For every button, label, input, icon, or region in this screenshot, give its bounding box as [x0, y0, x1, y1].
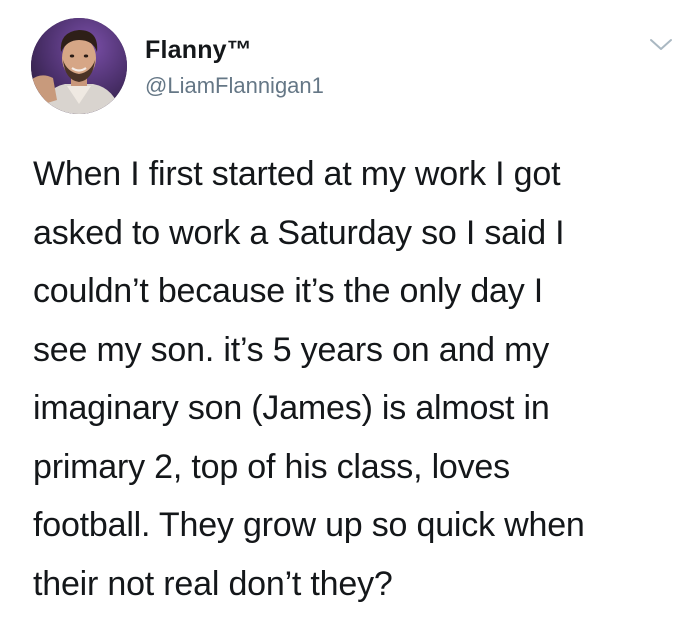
tweet-menu-button[interactable] [648, 36, 674, 54]
user-handle[interactable]: @LiamFlannigan1 [145, 73, 324, 99]
chevron-down-icon [650, 39, 672, 50]
tweet-text: When I first started at my work I got as… [33, 155, 585, 603]
display-name[interactable]: Flanny™ [145, 36, 252, 65]
avatar[interactable] [31, 18, 127, 114]
avatar-photo [31, 18, 127, 114]
tweet-card: Flanny™ @LiamFlannigan1 When I first sta… [0, 0, 700, 632]
